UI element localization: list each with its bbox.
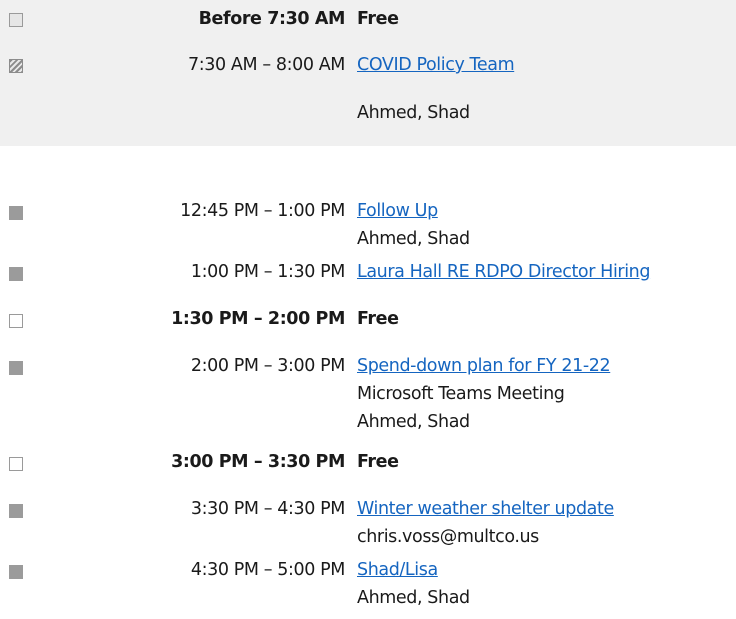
free-status-icon bbox=[9, 13, 23, 27]
time-range: 7:30 AM – 8:00 AM bbox=[188, 55, 345, 75]
busy-status-icon bbox=[9, 206, 23, 220]
event-detail-line: Ahmed, Shad bbox=[357, 588, 470, 608]
time-range: Before 7:30 AM bbox=[198, 9, 346, 29]
free-label: Free bbox=[357, 452, 399, 472]
free-status-icon bbox=[9, 457, 23, 471]
event-detail-line: Microsoft Teams Meeting bbox=[357, 384, 565, 404]
schedule-list: Before 7:30 AM Free 7:30 AM – 8:00 AM COVID… bbox=[0, 0, 736, 619]
busy-status-icon bbox=[9, 565, 23, 579]
event-details: Laura Hall RE RDPO Director Hiring bbox=[357, 258, 650, 286]
event-details: Winter weather shelter update chris.voss@… bbox=[357, 495, 614, 551]
event-details: Free bbox=[357, 448, 399, 476]
time-range: 1:30 PM – 2:00 PM bbox=[171, 309, 345, 329]
time-range: 3:00 PM – 3:30 PM bbox=[171, 452, 345, 472]
event-detail-line: Ahmed, Shad bbox=[357, 412, 470, 432]
event-details: Follow Up Ahmed, Shad bbox=[357, 197, 470, 253]
event-details: COVID Policy Team Ahmed, Shad bbox=[357, 51, 515, 127]
event-details: Free bbox=[357, 305, 399, 333]
event-details: Free bbox=[357, 5, 399, 33]
busy-status-icon bbox=[9, 267, 23, 281]
time-range: 2:00 PM – 3:00 PM bbox=[190, 356, 346, 376]
free-status-icon bbox=[9, 314, 23, 328]
event-title-link[interactable]: Winter weather shelter update bbox=[357, 495, 614, 523]
event-title-link[interactable]: Shad/Lisa bbox=[357, 556, 470, 584]
time-range: 4:30 PM – 5:00 PM bbox=[190, 560, 346, 580]
busy-status-icon bbox=[9, 504, 23, 518]
event-details: Spend-down plan for FY 21-22 Microsoft Te… bbox=[357, 352, 611, 436]
event-detail-line: Ahmed, Shad bbox=[357, 229, 470, 249]
event-detail-line: chris.voss@multco.us bbox=[357, 527, 539, 547]
tentative-status-icon bbox=[9, 59, 23, 73]
time-range: 3:30 PM – 4:30 PM bbox=[190, 499, 346, 519]
time-range: 1:00 PM – 1:30 PM bbox=[190, 262, 346, 282]
free-label: Free bbox=[357, 9, 399, 29]
event-title-link[interactable]: Spend-down plan for FY 21-22 bbox=[357, 352, 611, 380]
busy-status-icon bbox=[9, 361, 23, 375]
event-title-link[interactable]: Follow Up bbox=[357, 197, 470, 225]
time-range: 12:45 PM – 1:00 PM bbox=[180, 201, 345, 221]
event-detail-line: Ahmed, Shad bbox=[357, 103, 470, 123]
event-title-link[interactable]: Laura Hall RE RDPO Director Hiring bbox=[357, 258, 650, 286]
free-label: Free bbox=[357, 309, 399, 329]
event-title-link[interactable]: COVID Policy Team bbox=[357, 51, 515, 79]
event-details: Shad/Lisa Ahmed, Shad bbox=[357, 556, 470, 612]
